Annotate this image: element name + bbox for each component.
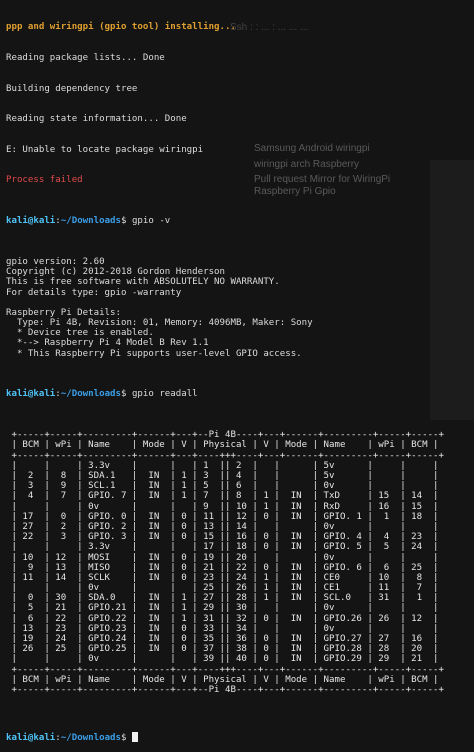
- table-row: | 9 | 13 | MISO | IN | 0 | 21 || 22 | 0 …: [6, 562, 439, 573]
- table-row: | 5 | 21 | GPIO.21 | IN | 1 | 29 || 30 |…: [6, 603, 439, 614]
- version-output-line: Type: Pi 4B, Revision: 01, Memory: 4096M…: [6, 318, 313, 329]
- prompt-line-readall: kali@kali:~/Downloads$ gpio readall: [6, 389, 198, 400]
- install-line: Building dependency tree: [6, 83, 138, 94]
- table-border: +-----+-----+---------+------+---+--Pi 4…: [6, 430, 444, 441]
- table-row: | 6 | 22 | GPIO.22 | IN | 1 | 31 || 32 |…: [6, 613, 439, 624]
- table-border: +-----+-----+---------+------+---+----++…: [6, 664, 444, 675]
- prompt-line-gpio-v: kali@kali:~/Downloads$ gpio -v: [6, 216, 171, 227]
- table-row: | | | 3.3v | | | 1 || 2 | | | 5v | | |: [6, 460, 439, 471]
- version-output-line: * Device tree is enabled.: [6, 328, 154, 339]
- process-failed-line: Process failed: [6, 175, 83, 186]
- command-text: gpio -v: [131, 216, 171, 227]
- prompt-path: ~/Downloads: [60, 216, 121, 227]
- prompt-user-host: kali@kali: [6, 389, 56, 400]
- install-line: Reading state information... Done: [6, 114, 187, 125]
- prompt-user-host: kali@kali: [6, 216, 56, 227]
- table-row: | 4 | 7 | GPIO. 7 | IN | 1 | 7 || 8 | 1 …: [6, 491, 439, 502]
- table-row: | 19 | 24 | GPIO.24 | IN | 0 | 35 || 36 …: [6, 634, 439, 644]
- version-output-line: gpio version: 2.60: [6, 256, 105, 267]
- table-row: | | | 0v | | | 39 || 40 | 0 | IN | GPIO.…: [6, 654, 439, 665]
- table-row: | 27 | 2 | GPIO. 2 | IN | 0 | 13 || 14 |…: [6, 521, 439, 532]
- gpio-readall-table: +-----+-----+---------+------+---+--Pi 4…: [6, 430, 474, 695]
- table-row: | 11 | 14 | SCLK | IN | 0 | 23 || 24 | 1…: [6, 572, 439, 583]
- table-row: | 2 | 8 | SDA.1 | IN | 1 | 3 || 4 | | | …: [6, 471, 439, 481]
- table-row: | 26 | 25 | GPIO.25 | IN | 0 | 37 || 38 …: [6, 644, 439, 655]
- active-prompt-line[interactable]: kali@kali:~/Downloads$: [6, 731, 474, 743]
- version-output-line: For details type: gpio -warranty: [6, 287, 182, 298]
- version-output-line: *--> Raspberry Pi 4 Model B Rev 1.1: [6, 338, 209, 349]
- table-header: | BCM | wPi | Name | Mode | V | Physical…: [6, 440, 439, 451]
- version-output-line: This is free software with ABSOLUTELY NO…: [6, 277, 280, 288]
- table-row: | 10 | 12 | MOSI | IN | 0 | 19 || 20 | |…: [6, 552, 439, 563]
- install-error-line: E: Unable to locate package wiringpi: [6, 144, 204, 155]
- command-text: gpio readall: [131, 389, 198, 400]
- prompt-path: ~/Downloads: [60, 389, 121, 400]
- version-output-line: Raspberry Pi Details:: [6, 307, 121, 318]
- table-row: | | | 0v | | | 9 || 10 | 1 | IN | RxD | …: [6, 501, 439, 512]
- terminal-cursor[interactable]: [131, 731, 138, 742]
- version-output-line: * This Raspberry Pi supports user-level …: [6, 348, 302, 359]
- table-header: | BCM | wPi | Name | Mode | V | Physical…: [6, 674, 439, 685]
- install-line: Reading package lists... Done: [6, 53, 165, 63]
- prompt-user-host: kali@kali: [6, 732, 56, 743]
- table-row: | 17 | 0 | GPIO. 0 | IN | 0 | 11 || 12 |…: [6, 511, 439, 522]
- table-row: | | | 3.3v | | | 17 || 18 | 0 | IN | GPI…: [6, 542, 439, 553]
- version-output-line: Copyright (c) 2012-2018 Gordon Henderson: [6, 267, 225, 278]
- table-row: | | | 0v | | | 25 || 26 | 1 | IN | CE1 |…: [6, 583, 439, 594]
- table-border: +-----+-----+---------+------+---+----++…: [6, 450, 444, 461]
- version-output: gpio version: 2.60 Copyright (c) 2012-201…: [6, 257, 474, 359]
- version-output-line: [6, 298, 474, 308]
- install-heading: ppp and wiringpi (gpio tool) installing.…: [6, 22, 236, 33]
- terminal-window[interactable]: ppp and wiringpi (gpio tool) installing.…: [0, 0, 474, 742]
- prompt-path: ~/Downloads: [60, 732, 121, 743]
- table-row: | 22 | 3 | GPIO. 3 | IN | 0 | 15 || 16 |…: [6, 532, 439, 543]
- table-row: | 13 | 23 | GPIO.23 | IN | 0 | 33 || 34 …: [6, 623, 439, 634]
- table-row: | 0 | 30 | SDA.0 | IN | 1 | 27 || 28 | 1…: [6, 593, 439, 604]
- table-border: +-----+-----+---------+------+---+--Pi 4…: [6, 684, 444, 695]
- table-row: | 3 | 9 | SCL.1 | IN | 1 | 5 || 6 | | | …: [6, 481, 439, 492]
